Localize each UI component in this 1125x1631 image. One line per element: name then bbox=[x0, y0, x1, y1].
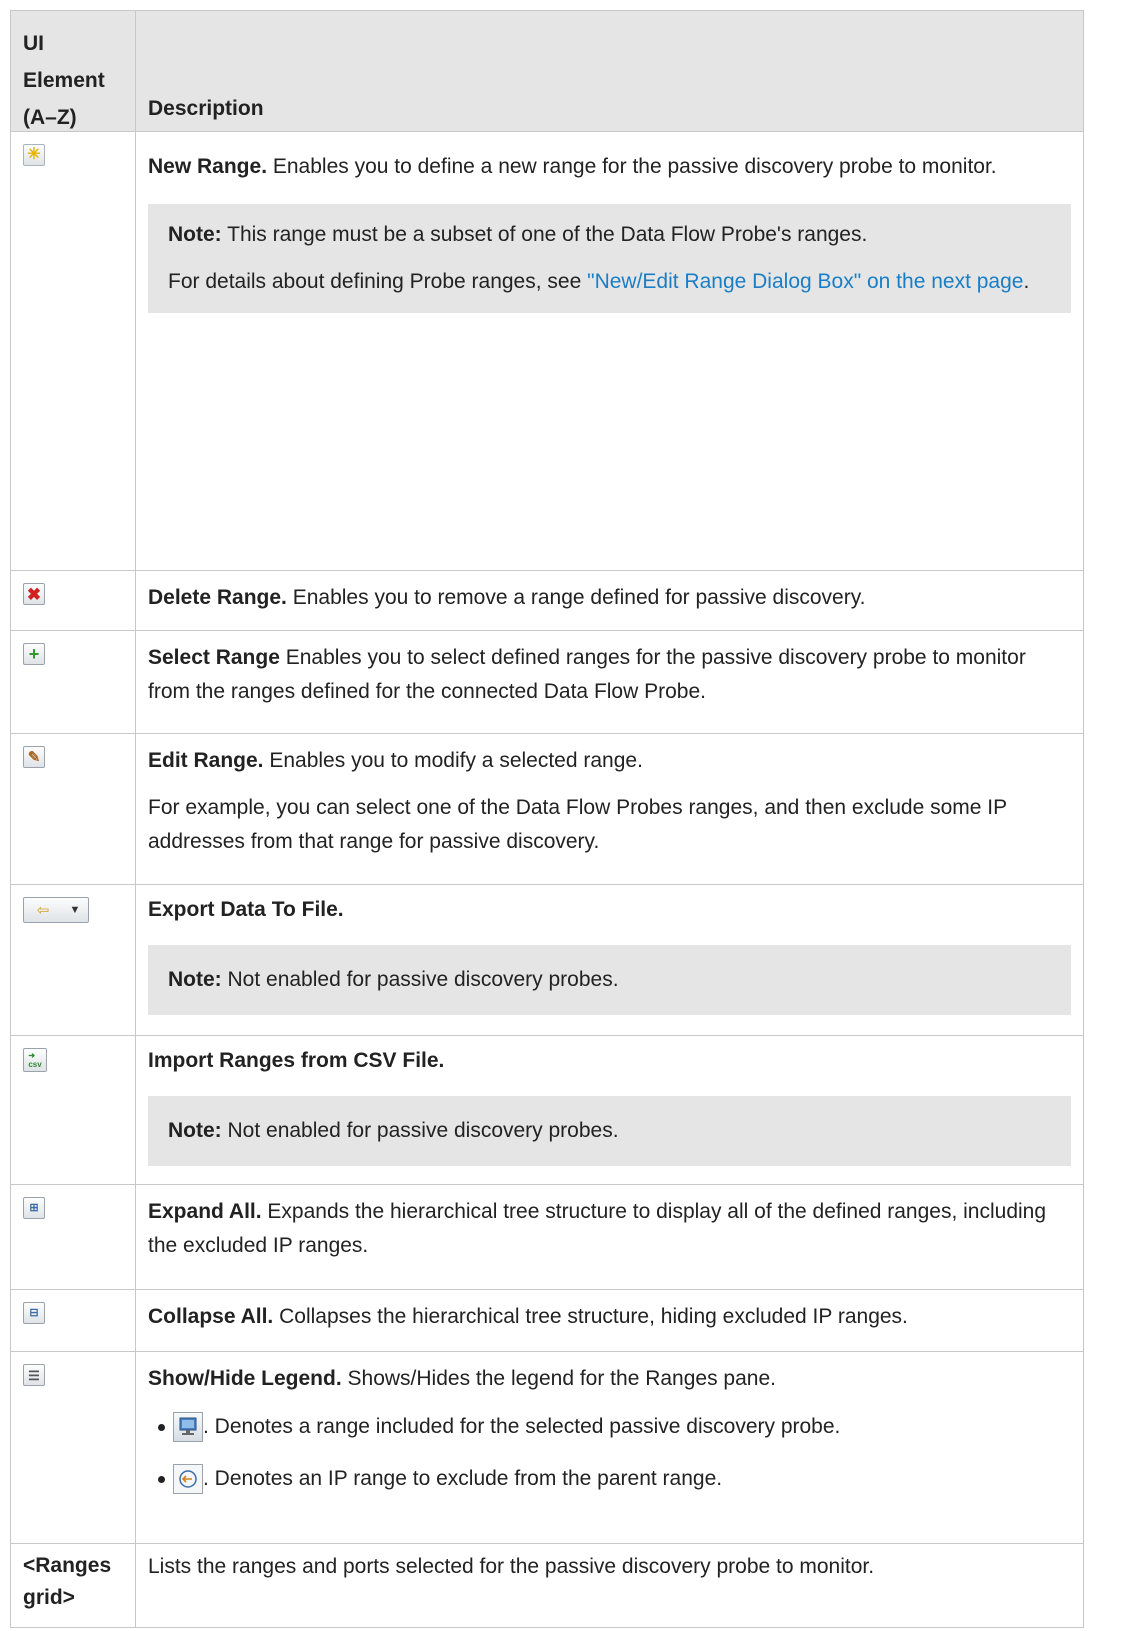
note-text: Not enabled for passive discovery probes… bbox=[221, 968, 619, 991]
select-range-desc: Select Range Enables you to select defin… bbox=[148, 641, 1071, 709]
ui-elements-table: UI Element (A–Z) Description ✳ New Range… bbox=[10, 10, 1084, 1628]
cell-icon: ➜ csv bbox=[10, 1036, 136, 1184]
cell-description: Delete Range. Enables you to remove a ra… bbox=[136, 571, 1084, 630]
table-row-delete-range: ✖ Delete Range. Enables you to remove a … bbox=[10, 571, 1084, 631]
export-desc: Export Data To File. bbox=[148, 893, 1071, 927]
ip-range-exclude-icon bbox=[173, 1464, 203, 1494]
cell-description: New Range. Enables you to define a new r… bbox=[136, 132, 1084, 570]
note-text: Not enabled for passive discovery probes… bbox=[221, 1119, 619, 1142]
new-range-text: Enables you to define a new range for th… bbox=[267, 155, 997, 178]
note-box: Note: Not enabled for passive discovery … bbox=[148, 1096, 1071, 1166]
edit-range-example: For example, you can select one of the D… bbox=[148, 796, 1007, 853]
expand-all-icon: ⊞ bbox=[23, 1197, 45, 1219]
collapse-text: Collapses the hierarchical tree structur… bbox=[273, 1305, 908, 1328]
ranges-grid-text: Lists the ranges and ports selected for … bbox=[148, 1555, 875, 1578]
table-row-select-range: + Select Range Enables you to select def… bbox=[10, 631, 1084, 734]
note-paragraph: Note: This range must be a subset of one… bbox=[168, 218, 1051, 252]
collapse-all-icon: ⊟ bbox=[23, 1302, 45, 1324]
cell-icon: ✳ bbox=[10, 132, 136, 570]
expand-text: Expands the hierarchical tree structure … bbox=[148, 1200, 1047, 1257]
table-header-row: UI Element (A–Z) Description bbox=[10, 11, 1084, 132]
delete-range-desc: Delete Range. Enables you to remove a ra… bbox=[148, 581, 1071, 615]
expand-desc: Expand All. Expands the hierarchical tre… bbox=[148, 1195, 1071, 1263]
new-range-title: New Range. bbox=[148, 155, 268, 178]
note-label: Note: bbox=[168, 223, 222, 246]
new-edit-range-dialog-link[interactable]: "New/Edit Range Dialog Box" on the next … bbox=[587, 270, 1023, 293]
range-included-monitor-icon bbox=[173, 1412, 203, 1442]
cell-icon: ✎ bbox=[10, 734, 136, 884]
cell-description: Import Ranges from CSV File. Note: Not e… bbox=[136, 1036, 1084, 1184]
list-item: . Denotes a range included for the selec… bbox=[158, 1410, 1071, 1444]
note-box: Note: This range must be a subset of one… bbox=[148, 204, 1071, 313]
cell-description: Expand All. Expands the hierarchical tre… bbox=[136, 1185, 1084, 1289]
edit-range-text: Enables you to modify a selected range. bbox=[263, 749, 643, 772]
import-desc: Import Ranges from CSV File. bbox=[148, 1044, 1071, 1078]
legend-list: . Denotes a range included for the selec… bbox=[148, 1410, 1071, 1496]
cell-description: Lists the ranges and ports selected for … bbox=[136, 1544, 1084, 1627]
legend-item-text: . Denotes an IP range to exclude from th… bbox=[203, 1467, 723, 1490]
cell-label: <Ranges grid> bbox=[10, 1544, 136, 1627]
table-row-import: ➜ csv Import Ranges from CSV File. Note: … bbox=[10, 1036, 1084, 1185]
bullet bbox=[158, 1475, 165, 1483]
new-range-desc: New Range. Enables you to define a new r… bbox=[148, 150, 1071, 184]
table-row-collapse-all: ⊟ Collapse All. Collapses the hierarchic… bbox=[10, 1290, 1084, 1352]
legend-icon: ☰ bbox=[23, 1364, 45, 1386]
note-box: Note: Not enabled for passive discovery … bbox=[148, 945, 1071, 1015]
list-item: . Denotes an IP range to exclude from th… bbox=[158, 1462, 1071, 1496]
table-row-legend: ☰ Show/Hide Legend. Shows/Hides the lege… bbox=[10, 1352, 1084, 1544]
cell-description: Show/Hide Legend. Shows/Hides the legend… bbox=[136, 1352, 1084, 1543]
bullet bbox=[158, 1423, 165, 1431]
collapse-title: Collapse All. bbox=[148, 1305, 274, 1328]
ranges-grid-label: <Ranges grid> bbox=[23, 1554, 112, 1609]
legend-title: Show/Hide Legend. bbox=[148, 1367, 342, 1390]
table-row-expand-all: ⊞ Expand All. Expands the hierarchical t… bbox=[10, 1185, 1084, 1290]
note-label: Note: bbox=[168, 1119, 222, 1142]
edit-range-desc: Edit Range. Enables you to modify a sele… bbox=[148, 744, 1071, 778]
collapse-desc: Collapse All. Collapses the hierarchical… bbox=[148, 1300, 1071, 1334]
select-range-title: Select Range bbox=[148, 646, 280, 669]
cell-description: Select Range Enables you to select defin… bbox=[136, 631, 1084, 733]
delete-range-title: Delete Range. bbox=[148, 586, 287, 609]
note-label: Note: bbox=[168, 968, 222, 991]
details-paragraph: For details about defining Probe ranges,… bbox=[168, 265, 1051, 299]
chevron-down-icon: ▼ bbox=[69, 904, 81, 916]
cell-description: Edit Range. Enables you to modify a sele… bbox=[136, 734, 1084, 884]
header-description-label: Description bbox=[148, 97, 264, 120]
header-description: Description bbox=[136, 11, 1084, 131]
table-row-edit-range: ✎ Edit Range. Enables you to modify a se… bbox=[10, 734, 1084, 885]
note-paragraph: Note: Not enabled for passive discovery … bbox=[168, 963, 1051, 997]
note-text: This range must be a subset of one of th… bbox=[221, 223, 868, 246]
table-row-new-range: ✳ New Range. Enables you to define a new… bbox=[10, 132, 1084, 571]
new-range-star-icon: ✳ bbox=[23, 144, 45, 166]
note-paragraph: Note: Not enabled for passive discovery … bbox=[168, 1114, 1051, 1148]
header-ui-element-label: UI Element (A–Z) bbox=[23, 32, 105, 129]
export-title: Export Data To File. bbox=[148, 898, 344, 921]
legend-item-text: . Denotes a range included for the selec… bbox=[203, 1415, 841, 1438]
delete-x-icon: ✖ bbox=[23, 583, 45, 605]
cell-description: Collapse All. Collapses the hierarchical… bbox=[136, 1290, 1084, 1351]
details-suffix: . bbox=[1023, 270, 1030, 293]
delete-range-text: Enables you to remove a range defined fo… bbox=[286, 586, 866, 609]
import-csv-icon: ➜ csv bbox=[23, 1048, 47, 1072]
cell-icon: ⇦ ▼ bbox=[10, 885, 136, 1035]
cell-icon: ⊞ bbox=[10, 1185, 136, 1289]
details-prefix: For details about defining Probe ranges,… bbox=[168, 270, 588, 293]
cell-icon: ☰ bbox=[10, 1352, 136, 1543]
select-range-text: Enables you to select defined ranges for… bbox=[148, 646, 1026, 703]
import-title: Import Ranges from CSV File. bbox=[148, 1049, 445, 1072]
expand-title: Expand All. bbox=[148, 1200, 262, 1223]
export-icon: ⇦ ▼ bbox=[23, 897, 89, 923]
cell-icon: + bbox=[10, 631, 136, 733]
edit-range-title: Edit Range. bbox=[148, 749, 264, 772]
table-row-ranges-grid: <Ranges grid> Lists the ranges and ports… bbox=[10, 1544, 1084, 1628]
add-plus-icon: + bbox=[23, 643, 45, 665]
table-row-export: ⇦ ▼ Export Data To File. Note: Not enabl… bbox=[10, 885, 1084, 1036]
legend-desc: Show/Hide Legend. Shows/Hides the legend… bbox=[148, 1362, 1071, 1396]
cell-icon: ✖ bbox=[10, 571, 136, 630]
cell-description: Export Data To File. Note: Not enabled f… bbox=[136, 885, 1084, 1035]
legend-text: Shows/Hides the legend for the Ranges pa… bbox=[341, 1367, 776, 1390]
pencil-icon: ✎ bbox=[23, 746, 45, 768]
header-ui-element: UI Element (A–Z) bbox=[10, 11, 136, 131]
cell-icon: ⊟ bbox=[10, 1290, 136, 1351]
